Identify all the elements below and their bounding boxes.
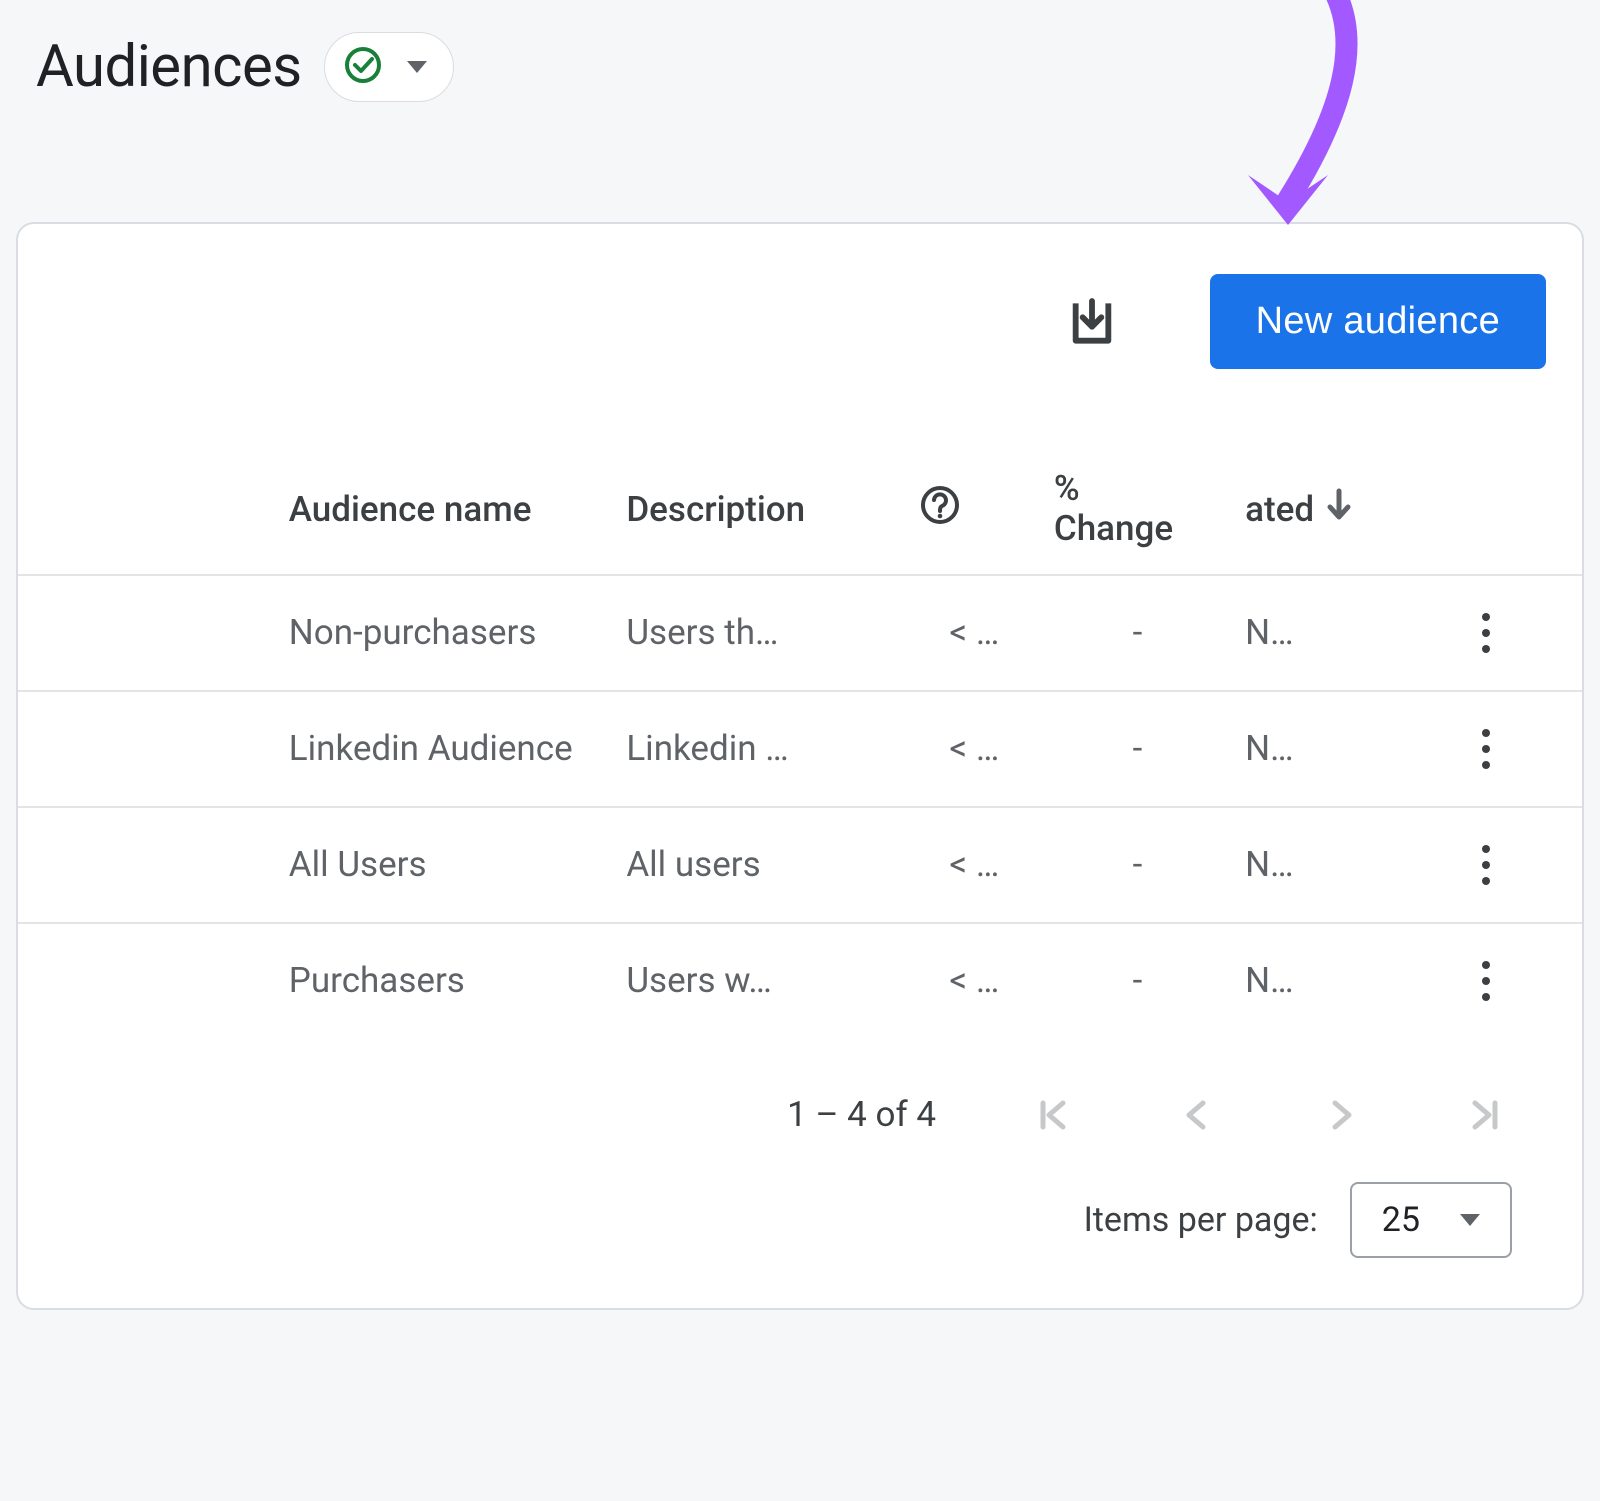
- chevron-down-icon: [407, 61, 427, 73]
- table-row[interactable]: Linkedin AudienceLinkedin …< …-N…: [18, 691, 1582, 807]
- pagination-bar: 1 – 4 of 4: [18, 1038, 1582, 1152]
- import-icon[interactable]: [1064, 294, 1120, 350]
- cell-change: -: [1042, 575, 1233, 691]
- new-audience-button[interactable]: New audience: [1210, 274, 1546, 369]
- page-title: Audiences: [36, 33, 302, 101]
- cell-change: -: [1042, 807, 1233, 923]
- pagination-last-button[interactable]: [1458, 1088, 1512, 1142]
- column-header-ated-label: ated: [1245, 489, 1314, 530]
- cell-col3: < …: [907, 691, 1042, 807]
- row-menu-button[interactable]: [1403, 606, 1570, 660]
- card-toolbar: New audience: [18, 224, 1582, 379]
- cell-description: Users th…: [614, 575, 907, 691]
- cell-name: Non-purchasers: [277, 575, 615, 691]
- audiences-card: New audience Audience name Description: [16, 222, 1584, 1310]
- cell-name: Purchasers: [277, 923, 615, 1038]
- cell-change: -: [1042, 691, 1233, 807]
- cell-change: -: [1042, 923, 1233, 1038]
- table-row[interactable]: All UsersAll users< …-N…: [18, 807, 1582, 923]
- column-header-ated[interactable]: ated: [1233, 449, 1391, 575]
- cell-ated: N…: [1233, 807, 1391, 923]
- items-per-page-label: Items per page:: [1084, 1200, 1318, 1240]
- column-header-name[interactable]: Audience name: [277, 449, 615, 575]
- help-icon[interactable]: [919, 484, 961, 526]
- cell-ated: N…: [1233, 923, 1391, 1038]
- cell-description: Users w…: [614, 923, 907, 1038]
- row-menu-button[interactable]: [1403, 722, 1570, 776]
- check-circle-icon: [343, 45, 383, 89]
- table-row[interactable]: PurchasersUsers w…< …-N…: [18, 923, 1582, 1038]
- column-header-description[interactable]: Description: [614, 449, 907, 575]
- cell-name: All Users: [277, 807, 615, 923]
- cell-description: Linkedin …: [614, 691, 907, 807]
- audiences-table: Audience name Description: [18, 449, 1582, 1038]
- items-per-page-select[interactable]: 25: [1350, 1182, 1512, 1258]
- pagination-range: 1 – 4 of 4: [787, 1094, 936, 1135]
- column-header-change[interactable]: % Change: [1042, 449, 1233, 575]
- status-dropdown[interactable]: [324, 32, 454, 102]
- row-menu-button[interactable]: [1403, 954, 1570, 1008]
- table-row[interactable]: Non-purchasersUsers th…< …-N…: [18, 575, 1582, 691]
- page-header: Audiences: [12, 0, 1588, 142]
- cell-col3: < …: [907, 807, 1042, 923]
- cell-col3: < …: [907, 923, 1042, 1038]
- pagination-prev-button[interactable]: [1170, 1088, 1224, 1142]
- cell-ated: N…: [1233, 691, 1391, 807]
- sort-desc-icon: [1324, 487, 1354, 532]
- cell-col3: < …: [907, 575, 1042, 691]
- chevron-down-icon: [1460, 1214, 1480, 1226]
- items-per-page: Items per page: 25: [18, 1152, 1582, 1308]
- cell-ated: N…: [1233, 575, 1391, 691]
- pagination-next-button[interactable]: [1314, 1088, 1368, 1142]
- items-per-page-value: 25: [1382, 1200, 1420, 1240]
- pagination-first-button[interactable]: [1026, 1088, 1080, 1142]
- cell-description: All users: [614, 807, 907, 923]
- cell-name: Linkedin Audience: [277, 691, 615, 807]
- row-menu-button[interactable]: [1403, 838, 1570, 892]
